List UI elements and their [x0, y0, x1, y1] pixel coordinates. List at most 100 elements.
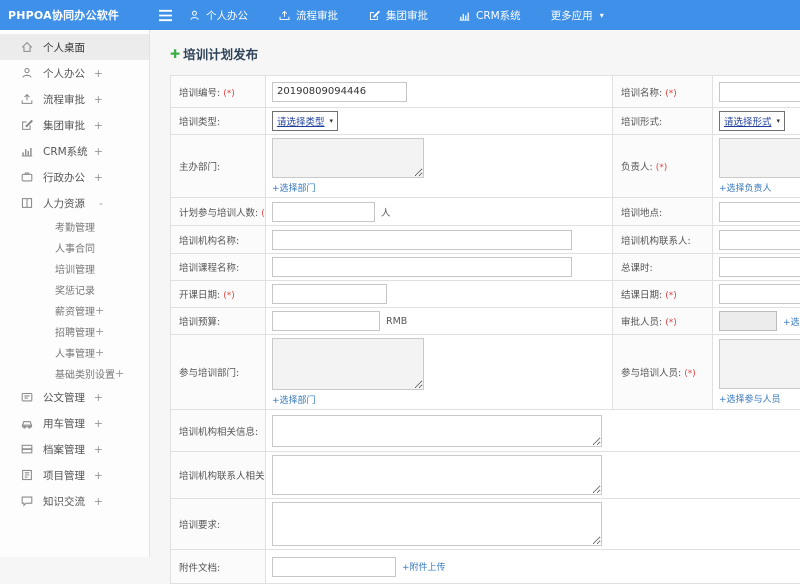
requirement-textarea[interactable] [272, 502, 602, 546]
sidebar-item[interactable]: 考勤管理 [0, 216, 149, 237]
part-person-label: 参与培训人员:(*) [613, 335, 713, 410]
part-dept-textarea[interactable] [272, 338, 424, 390]
host-dept-textarea[interactable] [272, 138, 424, 178]
training-name-input[interactable] [719, 82, 800, 102]
sidebar-menu: 个人桌面个人办公+流程审批+集团审批+CRM系统+行政办公+人力资源-考勤管理人… [0, 34, 149, 514]
org-contact-input[interactable] [719, 230, 800, 250]
total-hours-input[interactable] [719, 257, 800, 277]
expand-icon[interactable]: + [94, 496, 103, 507]
table-row: 培训类型: 请选择类型▾ 培训形式: 请选择形式▾ [171, 108, 800, 135]
sidebar-item[interactable]: 用车管理+ [0, 410, 149, 436]
course-name-input[interactable] [272, 257, 572, 277]
sidebar-item[interactable]: 集团审批+ [0, 112, 149, 138]
table-row: 主办部门: +选择部门 负责人:(*) +选择负责人 [171, 135, 800, 198]
edit-icon [20, 118, 34, 132]
nav-item[interactable]: 更多应用▾ [551, 8, 604, 23]
nav-item[interactable]: 流程审批 [278, 8, 338, 23]
sidebar-item-label: 档案管理 [43, 442, 85, 457]
approver-input[interactable] [719, 311, 777, 331]
select-leader-link[interactable]: +选择负责人 [719, 181, 800, 194]
table-row: 培训编号:(*) 培训名称:(*) [171, 76, 800, 108]
nav-item[interactable]: 集团审批 [368, 8, 428, 23]
expand-icon[interactable]: + [94, 146, 103, 157]
training-type-select[interactable]: 请选择类型▾ [272, 111, 338, 131]
expand-icon[interactable]: + [95, 326, 104, 337]
flow-icon [278, 9, 291, 22]
attachment-upload-link[interactable]: +附件上传 [402, 560, 446, 573]
training-form-label: 培训形式: [613, 108, 713, 135]
expand-icon[interactable]: + [115, 368, 124, 379]
sidebar-item[interactable]: 知识交流+ [0, 488, 149, 514]
org-contact-info-textarea[interactable] [272, 455, 602, 495]
expand-icon[interactable]: + [94, 172, 103, 183]
location-input[interactable] [719, 202, 800, 222]
expand-icon[interactable]: + [95, 305, 104, 316]
sidebar: 个人桌面个人办公+流程审批+集团审批+CRM系统+行政办公+人力资源-考勤管理人… [0, 30, 150, 557]
table-row: 培训课程名称: 总课时: [171, 254, 800, 281]
attachment-label: 附件文档: [171, 550, 266, 584]
nav-item[interactable]: 个人办公 [188, 8, 248, 23]
sidebar-item[interactable]: 行政办公+ [0, 164, 149, 190]
briefcase-icon [20, 170, 34, 184]
expand-icon[interactable]: + [94, 392, 103, 403]
sidebar-item[interactable]: 人事合同 [0, 237, 149, 258]
sidebar-item[interactable]: 公文管理+ [0, 384, 149, 410]
select-participants-link[interactable]: +选择参与人员 [719, 392, 800, 405]
hamburger-menu-icon[interactable] [158, 7, 174, 23]
sidebar-item-label: 考勤管理 [55, 219, 95, 234]
expand-icon[interactable]: + [94, 94, 103, 105]
budget-input[interactable] [272, 311, 380, 331]
sidebar-item-label: 培训管理 [55, 261, 95, 276]
expand-icon[interactable]: + [94, 418, 103, 429]
select-dept-link[interactable]: +选择部门 [272, 393, 606, 406]
sidebar-item[interactable]: 流程审批+ [0, 86, 149, 112]
org-info-textarea[interactable] [272, 415, 602, 447]
total-hours-label: 总课时: [613, 254, 713, 281]
table-row: 培训机构相关信息: [171, 410, 800, 452]
chevron-down-icon: ▾ [600, 11, 604, 20]
expand-icon[interactable]: + [94, 470, 103, 481]
attachment-input[interactable] [272, 557, 396, 577]
nav-item[interactable]: CRM系统 [458, 8, 521, 23]
app-brand: PHPOA协同办公软件 [0, 7, 150, 23]
expand-icon[interactable]: + [94, 444, 103, 455]
select-dept-link[interactable]: +选择部门 [272, 181, 606, 194]
org-info-label: 培训机构相关信息: [171, 410, 266, 452]
requirement-label: 培训要求: [171, 499, 266, 550]
sidebar-item[interactable]: 培训管理 [0, 258, 149, 279]
start-date-input[interactable] [272, 284, 387, 304]
host-dept-label: 主办部门: [171, 135, 266, 198]
sidebar-item[interactable]: 奖惩记录 [0, 279, 149, 300]
part-person-textarea[interactable] [719, 339, 800, 389]
training-form-select[interactable]: 请选择形式▾ [719, 111, 785, 131]
training-no-input[interactable] [272, 82, 407, 102]
sidebar-item[interactable]: 个人办公+ [0, 60, 149, 86]
sidebar-item[interactable]: 档案管理 + [0, 436, 149, 462]
planned-count-input[interactable] [272, 202, 375, 222]
nav-item-label: 集团审批 [386, 8, 428, 23]
end-date-input[interactable] [719, 284, 800, 304]
sidebar-item[interactable]: 人事管理+ [0, 342, 149, 363]
org-name-input[interactable] [272, 230, 572, 250]
sidebar-item[interactable]: 薪资管理+ [0, 300, 149, 321]
sidebar-item[interactable]: 人力资源- [0, 190, 149, 216]
top-nav: 个人办公 流程审批 集团审批 CRM系统 更多应用▾ [188, 8, 604, 23]
sidebar-item-label: 项目管理 [43, 468, 85, 483]
leader-label: 负责人:(*) [613, 135, 713, 198]
project-icon [20, 468, 34, 482]
sidebar-item[interactable]: CRM系统 + [0, 138, 149, 164]
leader-textarea[interactable] [719, 138, 800, 178]
expand-icon[interactable]: + [94, 68, 103, 79]
sidebar-item[interactable]: 个人桌面 [0, 34, 149, 60]
collapse-icon[interactable]: - [99, 198, 103, 209]
sidebar-item[interactable]: 项目管理 + [0, 462, 149, 488]
table-row: 培训预算: RMB 审批人员:(*) +选择审批人员 [171, 308, 800, 335]
select-approver-link[interactable]: +选择审批人员 [783, 315, 800, 328]
expand-icon[interactable]: + [94, 120, 103, 131]
expand-icon[interactable]: + [95, 347, 104, 358]
sidebar-item[interactable]: 招聘管理+ [0, 321, 149, 342]
sidebar-item-label: 基础类别设置 [55, 366, 115, 381]
table-row: 参与培训部门: +选择部门 参与培训人员:(*) +选择参与人员 [171, 335, 800, 410]
sidebar-item-label: CRM系统 [43, 144, 88, 159]
sidebar-item[interactable]: 基础类别设置+ [0, 363, 149, 384]
